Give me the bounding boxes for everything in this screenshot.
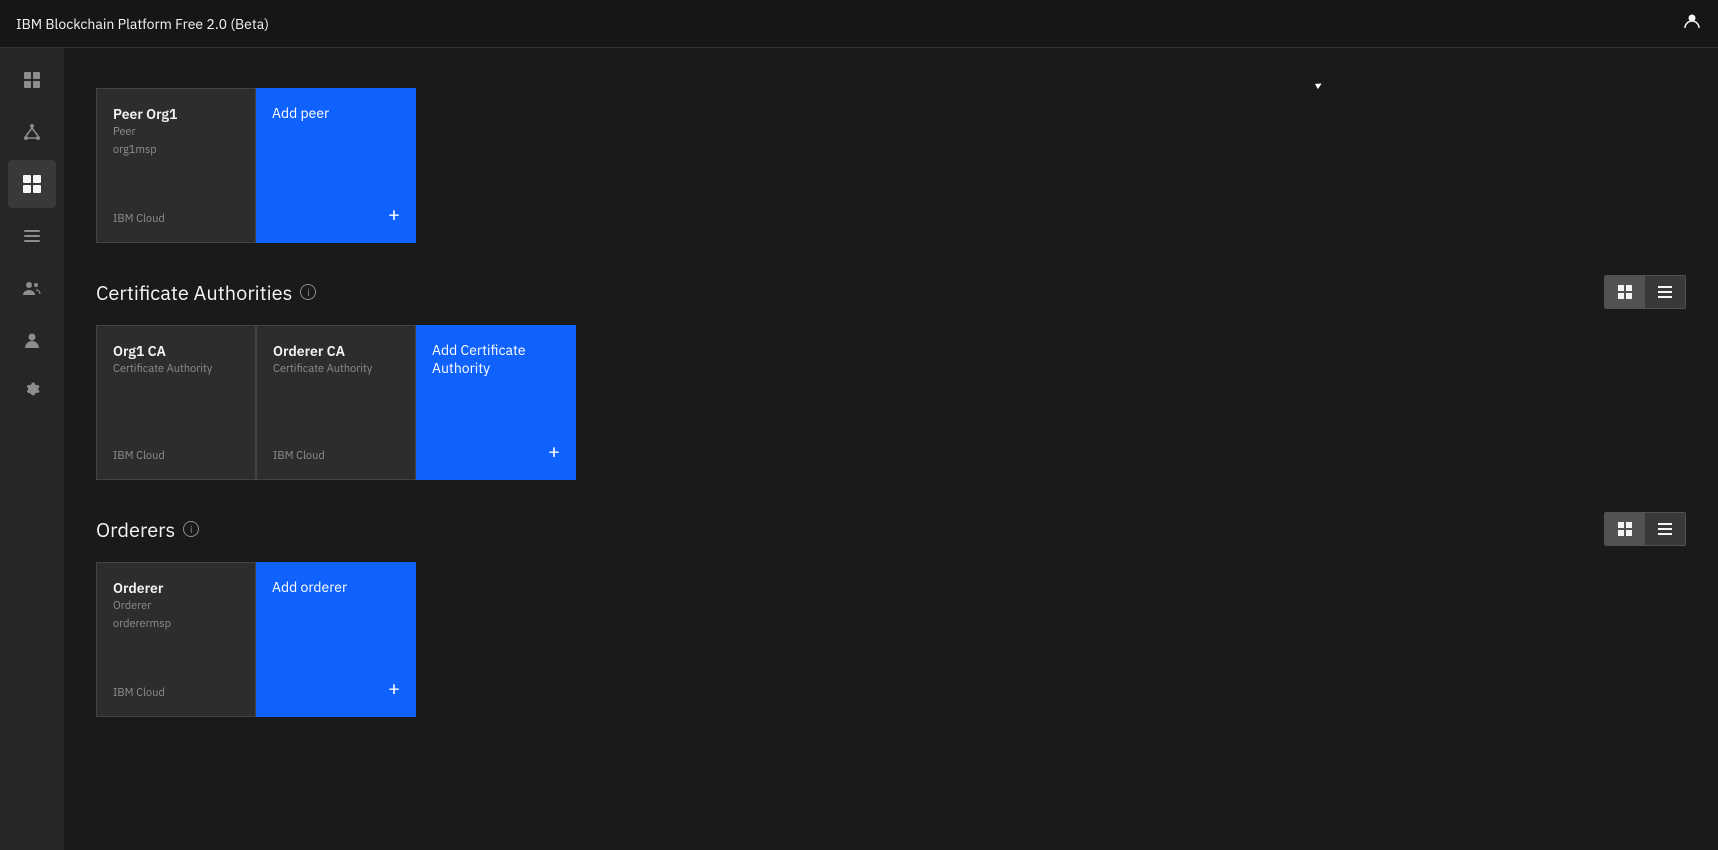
peer-org1-cloud: IBM Cloud bbox=[113, 212, 239, 226]
ca-cards: Org1 CA Certificate Authority IBM Cloud … bbox=[96, 325, 1686, 480]
add-ca-label: Add Certificate Authority bbox=[432, 341, 560, 377]
user-icon[interactable] bbox=[1682, 11, 1702, 36]
orderers-cards: Orderer Orderer orderermsp IBM Cloud Add… bbox=[96, 562, 1686, 717]
app-title: IBM Blockchain Platform Free 2.0 (Beta) bbox=[16, 15, 269, 33]
orderer-ca-cloud: IBM Cloud bbox=[273, 449, 399, 463]
orderers-list-view-button[interactable] bbox=[1645, 513, 1685, 545]
ca-title-group: Certificate Authorities i bbox=[96, 279, 316, 306]
orderer-cloud: IBM Cloud bbox=[113, 686, 239, 700]
orderers-section-title: Orderers bbox=[96, 516, 175, 543]
ca-section: Certificate Authorities i bbox=[96, 275, 1686, 480]
add-peer-button[interactable]: Add peer + bbox=[256, 88, 416, 243]
main-content: Peer Org1 Peer org1msp IBM Cloud Add pee… bbox=[64, 48, 1718, 850]
sidebar bbox=[0, 48, 64, 850]
orderers-header: Orderers i bbox=[96, 512, 1686, 546]
ca-section-title: Certificate Authorities bbox=[96, 279, 292, 306]
add-orderer-label: Add orderer bbox=[272, 578, 400, 596]
orderer-card[interactable]: Orderer Orderer orderermsp IBM Cloud bbox=[96, 562, 256, 717]
add-orderer-plus-icon: + bbox=[388, 674, 400, 701]
sidebar-item-dashboard[interactable] bbox=[8, 56, 56, 104]
ca-grid-view-button[interactable] bbox=[1605, 276, 1645, 308]
orderer-name: Orderer bbox=[113, 579, 239, 597]
orderers-grid-view-button[interactable] bbox=[1605, 513, 1645, 545]
orderers-section: Orderers i bbox=[96, 512, 1686, 717]
orderer-ca-card[interactable]: Orderer CA Certificate Authority IBM Clo… bbox=[256, 325, 416, 480]
peer-org1-card[interactable]: Peer Org1 Peer org1msp IBM Cloud bbox=[96, 88, 256, 243]
ca-info-icon[interactable]: i bbox=[300, 284, 316, 300]
org1-ca-cloud: IBM Cloud bbox=[113, 449, 239, 463]
add-peer-plus-icon: + bbox=[388, 200, 400, 227]
orderer-ca-name: Orderer CA bbox=[273, 342, 399, 360]
sidebar-item-identity[interactable] bbox=[8, 316, 56, 364]
add-peer-label: Add peer bbox=[272, 104, 400, 122]
org1-ca-type: Certificate Authority bbox=[113, 362, 239, 376]
peer-org1-type: Peer bbox=[113, 125, 239, 139]
peer-org1-msp: org1msp bbox=[113, 143, 239, 157]
ca-view-toggle bbox=[1604, 275, 1686, 309]
topbar: IBM Blockchain Platform Free 2.0 (Beta) bbox=[0, 0, 1718, 48]
orderers-title-group: Orderers i bbox=[96, 516, 199, 543]
sidebar-item-nodes[interactable] bbox=[8, 160, 56, 208]
ca-list-view-button[interactable] bbox=[1645, 276, 1685, 308]
peers-section: Peer Org1 Peer org1msp IBM Cloud Add pee… bbox=[96, 72, 1686, 243]
orderers-info-icon[interactable]: i bbox=[183, 521, 199, 537]
org1-ca-card[interactable]: Org1 CA Certificate Authority IBM Cloud bbox=[96, 325, 256, 480]
add-ca-button[interactable]: Add Certificate Authority + bbox=[416, 325, 576, 480]
orderer-type: Orderer bbox=[113, 599, 239, 613]
add-orderer-button[interactable]: Add orderer + bbox=[256, 562, 416, 717]
orderer-msp: orderermsp bbox=[113, 617, 239, 631]
org1-ca-name: Org1 CA bbox=[113, 342, 239, 360]
sidebar-item-network[interactable] bbox=[8, 108, 56, 156]
add-ca-plus-icon: + bbox=[548, 437, 560, 464]
orderer-ca-type: Certificate Authority bbox=[273, 362, 399, 376]
orderers-view-toggle bbox=[1604, 512, 1686, 546]
sidebar-item-channels[interactable] bbox=[8, 212, 56, 260]
sidebar-item-settings[interactable] bbox=[8, 368, 56, 416]
peers-cards: Peer Org1 Peer org1msp IBM Cloud Add pee… bbox=[96, 88, 1686, 243]
peer-org1-name: Peer Org1 bbox=[113, 105, 239, 123]
sidebar-item-organizations[interactable] bbox=[8, 264, 56, 312]
ca-header: Certificate Authorities i bbox=[96, 275, 1686, 309]
